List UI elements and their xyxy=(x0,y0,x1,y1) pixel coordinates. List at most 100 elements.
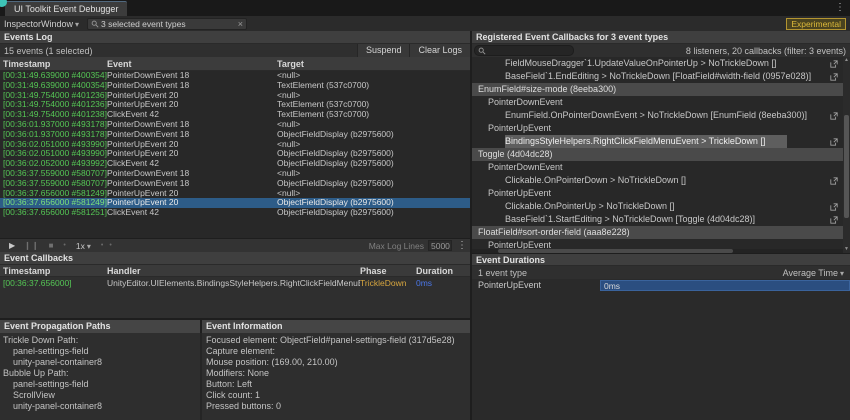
table-row[interactable]: [00:31:49.639000 #400354]PointerDownEven… xyxy=(0,71,470,81)
callback-row[interactable]: BaseField`1.StartEditing > NoTrickleDown… xyxy=(472,213,850,226)
cell-target: TextElement (537c0700) xyxy=(277,110,470,120)
open-source-icon[interactable] xyxy=(830,215,838,226)
column-duration[interactable]: Duration xyxy=(416,266,470,276)
vertical-scrollbar-thumb[interactable] xyxy=(844,115,849,218)
horizontal-scrollbar-thumb[interactable] xyxy=(498,249,733,253)
column-event[interactable]: Event xyxy=(107,59,277,69)
step-forward-button[interactable]: • xyxy=(101,242,103,249)
callback-table-row[interactable]: [00:36:37.656000] UnityEditor.UIElements… xyxy=(0,277,470,289)
event-info-line: Button: Left xyxy=(206,379,470,390)
open-source-icon[interactable] xyxy=(830,111,838,122)
tab-ui-toolkit-event-debugger[interactable]: UI Toolkit Event Debugger xyxy=(5,1,127,16)
suspend-button[interactable]: Suspend xyxy=(357,44,410,57)
column-timestamp[interactable]: Timestamp xyxy=(0,59,107,69)
open-source-icon[interactable] xyxy=(830,59,838,70)
registered-callbacks-list: FieldMouseDragger`1.UpdateValueOnPointer… xyxy=(472,57,850,253)
callback-row[interactable]: BaseField`1.EndEditing > NoTrickleDown [… xyxy=(472,70,850,83)
element-section-row[interactable]: EnumField#size-mode (8eeba300) xyxy=(472,83,850,96)
scroll-up-icon[interactable]: ▲ xyxy=(843,57,850,64)
table-row[interactable]: [00:36:37.656000 #581249]PointerUpEvent … xyxy=(0,189,470,199)
event-group-row[interactable]: PointerUpEvent xyxy=(472,187,850,200)
cell-event: PointerDownEvent 18 xyxy=(107,169,277,179)
table-row[interactable]: [00:36:37.559000 #580707]PointerDownEven… xyxy=(0,169,470,179)
event-info-line: Capture element: xyxy=(206,346,470,357)
step-back-button[interactable]: • xyxy=(63,242,65,249)
cell-target: <null> xyxy=(277,140,470,150)
registered-callbacks-search-input[interactable] xyxy=(486,46,570,56)
panel-picker-dropdown[interactable]: InspectorWindow▾ xyxy=(0,19,83,29)
bottom-section-content: Trickle Down Path: panel-settings-field … xyxy=(0,333,470,420)
event-callbacks-column-headers: Timestamp Handler Phase Duration xyxy=(0,265,470,277)
cell-target: <null> xyxy=(277,169,470,179)
event-type-filter[interactable]: × xyxy=(87,18,247,30)
playback-speed-value: 1x xyxy=(76,241,85,251)
table-row-selected[interactable]: [00:36:37.656000 #581249]PointerUpEvent … xyxy=(0,198,470,208)
event-durations-title: Event Durations xyxy=(472,253,850,266)
table-row[interactable]: [00:31:49.754000 #401238]ClickEvent 42Te… xyxy=(0,110,470,120)
event-information-content: Focused element: ObjectField#panel-setti… xyxy=(202,333,470,420)
playback-speed-dropdown[interactable]: 1x▾ xyxy=(76,241,91,251)
column-handler[interactable]: Handler xyxy=(107,266,360,276)
table-row[interactable]: [00:36:02.052000 #493992]ClickEvent 42Ob… xyxy=(0,159,470,169)
cell-event: PointerDownEvent 18 xyxy=(107,71,277,81)
cell-duration: 0ms xyxy=(416,277,470,289)
table-row[interactable]: [00:36:02.051000 #493990]PointerUpEvent … xyxy=(0,149,470,159)
duration-row[interactable]: PointerUpEvent 0ms xyxy=(472,279,850,291)
callback-row[interactable]: EnumField.OnPointerDownEvent > NoTrickle… xyxy=(472,109,850,122)
callback-row-selected[interactable]: BindingsStyleHelpers.RightClickFieldMenu… xyxy=(472,135,850,148)
table-row[interactable]: [00:31:49.754000 #401236]PointerUpEvent … xyxy=(0,91,470,101)
table-row[interactable]: [00:31:49.754000 #401236]PointerUpEvent … xyxy=(0,100,470,110)
table-row[interactable]: [00:31:49.639000 #400354]PointerDownEven… xyxy=(0,81,470,91)
cell-timestamp: [00:36:02.052000 #493992] xyxy=(0,159,107,169)
callback-label: BindingsStyleHelpers.RightClickFieldMenu… xyxy=(505,135,787,148)
callback-row[interactable]: FieldMouseDragger`1.UpdateValueOnPointer… xyxy=(472,57,850,70)
callback-row[interactable]: Clickable.OnPointerUp > NoTrickleDown [] xyxy=(472,200,850,213)
events-log-panel: Events Log 15 events (1 selected) Suspen… xyxy=(0,31,470,420)
propagation-line: Bubble Up Path: xyxy=(3,368,200,379)
event-type-filter-input[interactable] xyxy=(99,19,238,29)
table-row[interactable]: [00:36:37.656000 #581251]ClickEvent 42Ob… xyxy=(0,208,470,218)
debugger-toolbar: InspectorWindow▾ × Experimental xyxy=(0,16,850,31)
open-source-icon[interactable] xyxy=(830,137,838,148)
horizontal-scrollbar[interactable] xyxy=(472,249,843,253)
cell-timestamp: [00:36:37.559000 #580707] xyxy=(0,169,107,179)
cell-event: PointerUpEvent 20 xyxy=(107,198,277,208)
propagation-line: unity-panel-container8 xyxy=(3,401,200,412)
cell-event: PointerDownEvent 18 xyxy=(107,120,277,130)
clear-logs-button[interactable]: Clear Logs xyxy=(409,44,470,57)
event-group-row[interactable]: PointerUpEvent xyxy=(472,122,850,135)
cell-event: PointerUpEvent 20 xyxy=(107,140,277,150)
play-button[interactable]: ▶ xyxy=(9,240,15,252)
pause-button[interactable]: ❙❙ xyxy=(24,240,39,252)
max-log-lines-input[interactable] xyxy=(428,240,452,251)
element-section-row[interactable]: Toggle (4d04dc28) xyxy=(472,148,850,161)
table-row[interactable]: [00:36:37.559000 #580707]PointerDownEven… xyxy=(0,179,470,189)
scroll-down-icon[interactable]: ▼ xyxy=(843,246,850,253)
average-time-dropdown[interactable]: Average Time▾ xyxy=(527,268,848,278)
registered-callbacks-search[interactable] xyxy=(474,45,574,56)
element-section-row[interactable]: FloatField#sort-order-field (aaa8e228) xyxy=(472,226,850,239)
vertical-scrollbar[interactable]: ▲ ▼ xyxy=(843,57,850,253)
listeners-summary: 8 listeners, 20 callbacks (filter: 3 eve… xyxy=(574,46,848,56)
table-row[interactable]: [00:36:02.051000 #493990]PointerUpEvent … xyxy=(0,140,470,150)
event-group-row[interactable]: PointerDownEvent xyxy=(472,96,850,109)
table-row[interactable]: [00:36:01.937000 #493178]PointerDownEven… xyxy=(0,130,470,140)
event-durations-subbar: 1 event type Average Time▾ xyxy=(472,266,850,279)
cell-target: ObjectFieldDisplay (b2975600) xyxy=(277,149,470,159)
window-menu-icon[interactable]: ⋮ xyxy=(835,1,845,15)
event-group-row[interactable]: PointerDownEvent xyxy=(472,161,850,174)
propagation-paths-title: Event Propagation Paths xyxy=(0,320,200,333)
column-target[interactable]: Target xyxy=(277,59,470,69)
log-options-menu-icon[interactable]: ⋮ xyxy=(457,239,467,253)
open-source-icon[interactable] xyxy=(830,72,838,83)
stop-button[interactable]: ■ xyxy=(49,240,54,252)
open-source-icon[interactable] xyxy=(830,202,838,213)
open-source-icon[interactable] xyxy=(830,176,838,187)
table-row[interactable]: [00:36:01.937000 #493178]PointerDownEven… xyxy=(0,120,470,130)
cell-timestamp: [00:31:49.754000 #401236] xyxy=(0,91,107,101)
column-phase[interactable]: Phase xyxy=(360,266,416,276)
clear-search-icon[interactable]: × xyxy=(238,19,243,29)
marker-button[interactable]: • xyxy=(109,242,111,249)
callback-row[interactable]: Clickable.OnPointerDown > NoTrickleDown … xyxy=(472,174,850,187)
column-timestamp[interactable]: Timestamp xyxy=(0,266,107,276)
